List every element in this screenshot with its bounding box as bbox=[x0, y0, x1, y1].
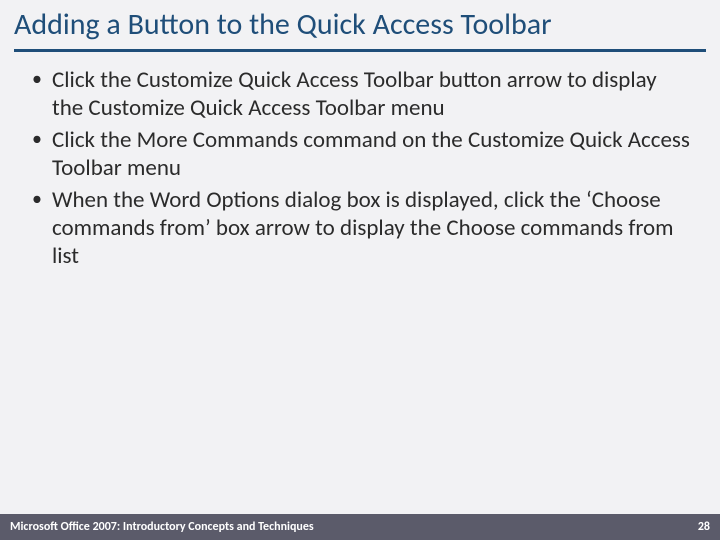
slide-title: Adding a Button to the Quick Access Tool… bbox=[14, 8, 706, 43]
list-item: Click the More Commands command on the C… bbox=[28, 126, 692, 182]
list-item: When the Word Options dialog box is disp… bbox=[28, 186, 692, 270]
bullet-list: Click the Customize Quick Access Toolbar… bbox=[28, 66, 692, 270]
list-item: Click the Customize Quick Access Toolbar… bbox=[28, 66, 692, 122]
footer-text: Microsoft Office 2007: Introductory Conc… bbox=[10, 520, 314, 534]
slide: Adding a Button to the Quick Access Tool… bbox=[0, 0, 720, 540]
footer-bar: Microsoft Office 2007: Introductory Conc… bbox=[0, 514, 720, 540]
title-block: Adding a Button to the Quick Access Tool… bbox=[0, 0, 720, 52]
page-number: 28 bbox=[698, 520, 710, 534]
body-block: Click the Customize Quick Access Toolbar… bbox=[0, 52, 720, 270]
